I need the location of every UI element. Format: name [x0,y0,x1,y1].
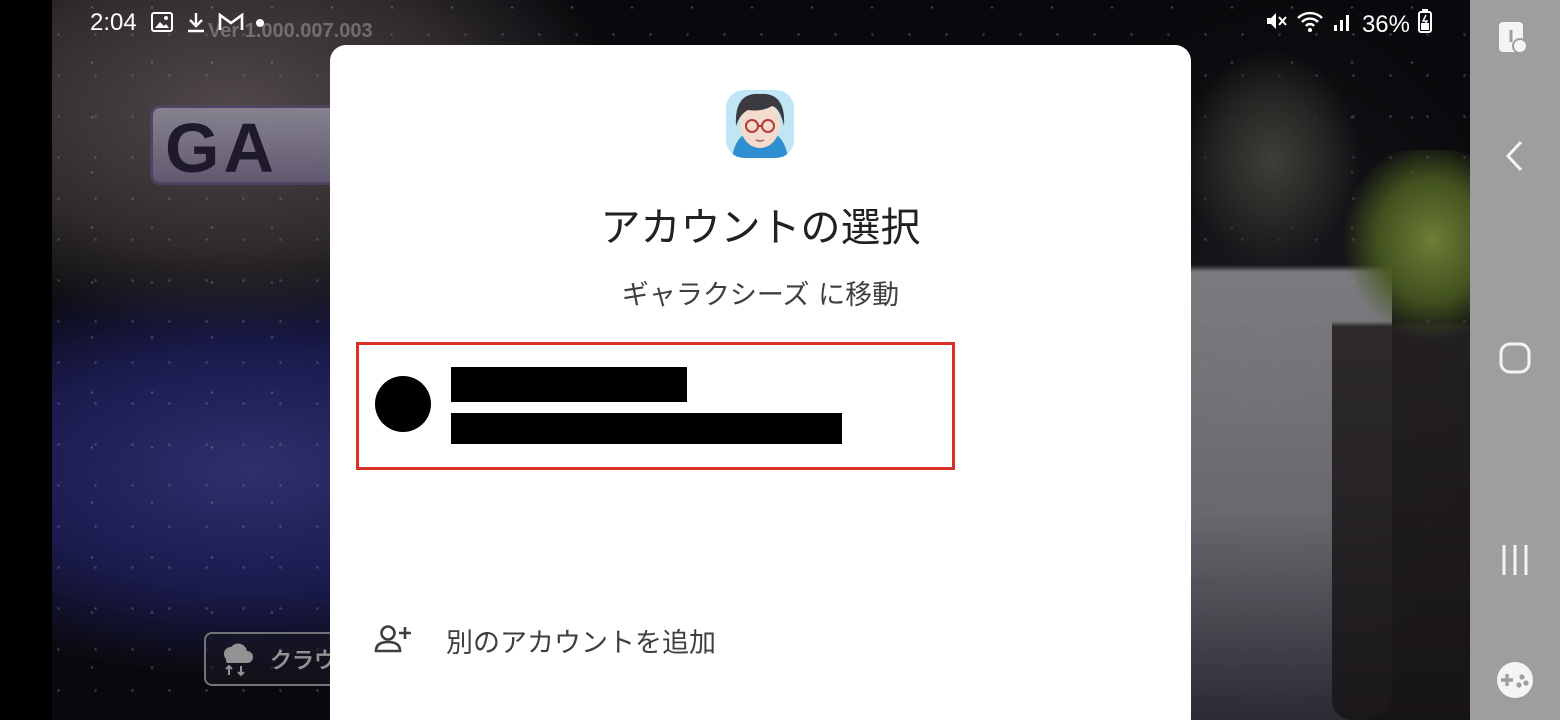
mute-icon [1264,9,1288,40]
gmail-icon [218,10,244,41]
download-icon [184,10,208,41]
add-account-button[interactable]: 別のアカウントを追加 [374,621,716,660]
account-chooser-dialog: アカウントの選択 ギャラクシーズ に移動 別のアカウントを追加 [330,45,1191,720]
battery-charging-icon [1418,9,1432,40]
notification-icons [150,10,266,41]
dialog-subtitle: ギャラクシーズ に移動 [621,280,900,311]
account-list-item[interactable] [356,342,955,470]
account-email-redacted [451,413,842,444]
add-account-label: 別のアカウントを追加 [446,628,716,659]
image-icon [150,10,174,41]
back-icon [1495,136,1535,180]
game-tools-button[interactable] [1470,660,1560,704]
status-bar: 2:04 36% [52,0,1470,46]
home-button[interactable] [1470,338,1560,382]
status-time: 2:04 [90,9,137,36]
signal-icon [1332,9,1354,40]
battery-percent: 36% [1361,10,1410,38]
left-bezel [0,0,52,720]
recents-button[interactable] [1470,540,1560,584]
back-button[interactable] [1470,136,1560,180]
home-icon [1495,338,1535,382]
system-icons: 36% [1264,9,1432,40]
gamepad-icon [1495,660,1535,704]
add-person-icon [374,623,414,659]
screenshot-assist-button[interactable] [1470,18,1560,62]
touch-assist-icon [1495,18,1535,62]
recents-icon [1495,540,1535,584]
dialog-title: アカウントの選択 [600,205,921,251]
account-avatar [375,376,431,432]
app-icon [726,90,794,158]
screen: Ver 1.000.007.003 GA クラウ 2:04 36% アカウントの… [0,0,1560,720]
navigation-bar [1470,0,1560,720]
dot-icon [254,10,266,41]
account-name-redacted [451,367,687,402]
wifi-icon [1296,9,1324,40]
